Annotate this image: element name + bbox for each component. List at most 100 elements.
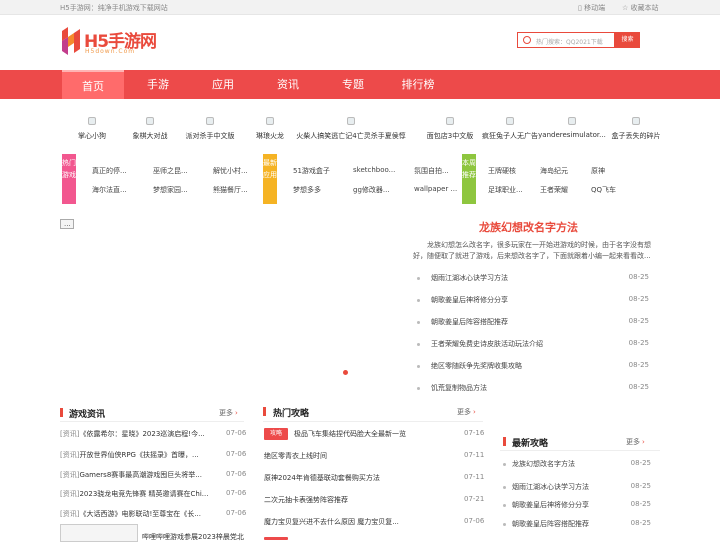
nav-home[interactable]: 首页 — [62, 70, 124, 99]
guide-badge: 攻略 — [264, 428, 288, 440]
new-app-link[interactable]: 氛围自拍... — [414, 166, 460, 176]
game-tile[interactable]: 掌心小狗 — [60, 113, 124, 141]
hot-game-link[interactable]: 海尔法直... — [92, 185, 142, 195]
weekly-link[interactable]: 王者荣耀 — [540, 185, 590, 195]
news-row[interactable]: [资讯]开放世界仙侠RPG《扶摇录》首曝，... — [60, 450, 215, 460]
chevron-right-icon: › — [235, 409, 238, 417]
latest-guide-row[interactable]: 朝歌姜皇后阵容搭配推荐 08-25 — [503, 519, 651, 531]
new-app-link[interactable]: 51游戏盒子 — [293, 166, 343, 176]
game-thumbnail — [347, 117, 355, 125]
top-bar: H5手游网：纯净手机游戏下载网站 ▯ 移动端 ☆ 收藏本站 — [0, 0, 720, 15]
featured-games-row: 掌心小狗 象棋大对战 派对杀手中文版 琳琅火龙 火柴人搞笑逃亡记4亡灵杀手夏侯惇… — [60, 113, 661, 153]
latest-guide-row[interactable]: 龙族幻想改名字方法 08-25 — [503, 459, 651, 471]
game-tile[interactable]: 面包店3中文版 — [418, 113, 482, 141]
nav-mobile-games[interactable]: 手游 — [127, 70, 189, 99]
new-app-link[interactable]: 梦想多多 — [293, 185, 343, 195]
game-news-title: 游戏资讯 — [69, 410, 106, 420]
news-row[interactable]: 哔哩哔哩游戏参展2023梓晨党北 — [142, 532, 247, 542]
bookmark-link[interactable]: ☆ 收藏本站 — [622, 3, 659, 13]
search-button[interactable]: 搜索 — [615, 32, 640, 48]
latest-guide-row[interactable]: 朝歌姜皇后神将修分分享 08-25 — [503, 500, 651, 512]
guide-row[interactable]: 魔力宝贝复兴进不去什么原因 魔力宝贝复... — [264, 517, 454, 527]
nav-news[interactable]: 资讯 — [257, 70, 319, 99]
featured-news-item[interactable]: 饥荒复制物品方法 08-25 — [417, 383, 649, 395]
search-input[interactable]: 热门搜索：QQ2021下载 — [517, 32, 615, 48]
mobile-link[interactable]: ▯ 移动端 — [578, 3, 605, 13]
weekly-link[interactable]: QQ飞车 — [591, 185, 641, 195]
header: H5手游网 H5down.Com 热门搜索：QQ2021下载 搜索 — [0, 15, 720, 70]
guide-row[interactable]: 原神2024年肯德基联动套餐购买方法 — [264, 473, 454, 483]
game-tile[interactable]: 疯狂兔子人无广告 — [478, 113, 542, 141]
news-thumbnail[interactable] — [60, 524, 138, 542]
featured-news-item[interactable]: 朝歌姜皇后阵容搭配推荐 08-25 — [417, 317, 649, 329]
phone-icon: ▯ — [578, 4, 582, 12]
nav-topics[interactable]: 专题 — [322, 70, 384, 99]
new-apps-label: 最新应用 — [263, 154, 277, 204]
game-tile[interactable]: 琳琅火龙 — [238, 113, 302, 141]
section-marker — [263, 407, 266, 416]
section-marker — [60, 408, 63, 417]
site-logo[interactable]: H5手游网 H5down.Com — [60, 27, 160, 59]
hot-game-link[interactable]: 真正的停... — [92, 166, 142, 176]
featured-news-item[interactable]: 绝区零随跃争先奖牌收集攻略 08-25 — [417, 361, 649, 373]
chevron-right-icon: › — [642, 438, 645, 446]
game-thumbnail — [88, 117, 96, 125]
logo-subtext: H5down.Com — [85, 48, 136, 55]
weekly-recommend-label: 本周推荐 — [462, 154, 476, 204]
game-thumbnail — [506, 117, 514, 125]
weekly-link[interactable]: 足球职业... — [488, 185, 536, 195]
nav-rankings[interactable]: 排行榜 — [387, 70, 449, 99]
logo-mark-icon — [62, 27, 80, 55]
divider — [500, 450, 660, 451]
game-tile[interactable]: yanderesimulator... — [538, 113, 606, 139]
banner-slideshow[interactable]: ... — [60, 219, 405, 379]
hot-game-link[interactable]: 巫师之昆... — [153, 166, 203, 176]
news-row[interactable]: [资讯]《依露希尔：星晓》2023巡演启程!今... — [60, 429, 215, 439]
game-tile[interactable]: 盒子丢失的碎片 — [604, 113, 668, 141]
main-nav: 首页 手游 应用 资讯 专题 排行榜 — [0, 70, 720, 99]
news-row[interactable]: [资讯]《大话西游》电影联动!至尊宝在《长... — [60, 509, 215, 519]
hot-game-link[interactable]: 解忧小村... — [213, 166, 263, 176]
weekly-link[interactable]: 海岛纪元 — [540, 166, 590, 176]
slide-indicator[interactable] — [343, 370, 348, 375]
latest-guide-row[interactable]: 烟雨江湖冰心诀学习方法 08-25 — [503, 482, 651, 494]
game-thumbnail — [568, 117, 576, 125]
guide-row[interactable]: 二次元抽卡表强势阵容推荐 — [264, 495, 454, 505]
hot-game-link[interactable]: 熊猫餐厅... — [213, 185, 263, 195]
new-app-link[interactable]: sketchboo... — [353, 166, 403, 174]
hot-games-label: 热门游戏 — [62, 154, 76, 204]
featured-news-item[interactable]: 烟雨江湖冰心诀学习方法 08-25 — [417, 273, 649, 285]
game-tile[interactable]: 象棋大对战 — [118, 113, 182, 141]
chevron-right-icon: › — [473, 408, 476, 416]
latest-guides-more-link[interactable]: 更多 › — [626, 437, 645, 447]
new-app-link[interactable]: gg修改器... — [353, 185, 403, 195]
search-icon — [523, 36, 531, 44]
featured-description: 龙族幻想怎么改名字，很多玩家在一开始进游戏的时候，由于名字没有想好，随便取了就进… — [413, 241, 651, 260]
game-thumbnail — [266, 117, 274, 125]
hot-guides-title: 热门攻略 — [273, 409, 310, 419]
latest-guides-title: 最新攻略 — [512, 439, 549, 449]
nav-apps[interactable]: 应用 — [192, 70, 254, 99]
game-thumbnail — [146, 117, 154, 125]
game-thumbnail — [206, 117, 214, 125]
hot-guides-more-link[interactable]: 更多 › — [457, 407, 476, 417]
news-row[interactable]: [资讯]2023骁龙电竞先锋赛 精英邀请赛在Chi... — [60, 489, 215, 499]
site-slogan: H5手游网：纯净手机游戏下载网站 — [60, 4, 168, 12]
featured-title[interactable]: 龙族幻想改名字方法 — [479, 219, 578, 235]
search-bar: 热门搜索：QQ2021下载 搜索 — [517, 32, 640, 48]
game-news-more-link[interactable]: 更多 › — [219, 408, 238, 418]
star-icon: ☆ — [622, 4, 629, 12]
guide-row[interactable]: 极品飞车集结捏代码脸大全最新一览 — [294, 429, 464, 439]
game-tile[interactable]: 派对杀手中文版 — [178, 113, 242, 141]
hot-game-link[interactable]: 梦想家园... — [153, 185, 203, 195]
game-tile[interactable]: 火柴人搞笑逃亡记4亡灵杀手夏侯惇 — [296, 113, 406, 141]
news-row[interactable]: [资讯]Gamers8赛事最高潮游戏囤巨头将举... — [60, 470, 215, 480]
game-thumbnail — [446, 117, 454, 125]
guide-row[interactable]: 绝区零青衣上线时间 — [264, 451, 454, 461]
new-app-link[interactable]: wallpaper ... — [414, 185, 460, 193]
weekly-link[interactable]: 原神 — [591, 166, 641, 176]
divider — [60, 421, 244, 422]
weekly-link[interactable]: 王牌硬核 — [488, 166, 538, 176]
featured-news-item[interactable]: 朝歌姜皇后神将修分分享 08-25 — [417, 295, 649, 307]
featured-news-item[interactable]: 王者荣耀免费史诗皮肤活动玩法介绍 08-25 — [417, 339, 649, 351]
